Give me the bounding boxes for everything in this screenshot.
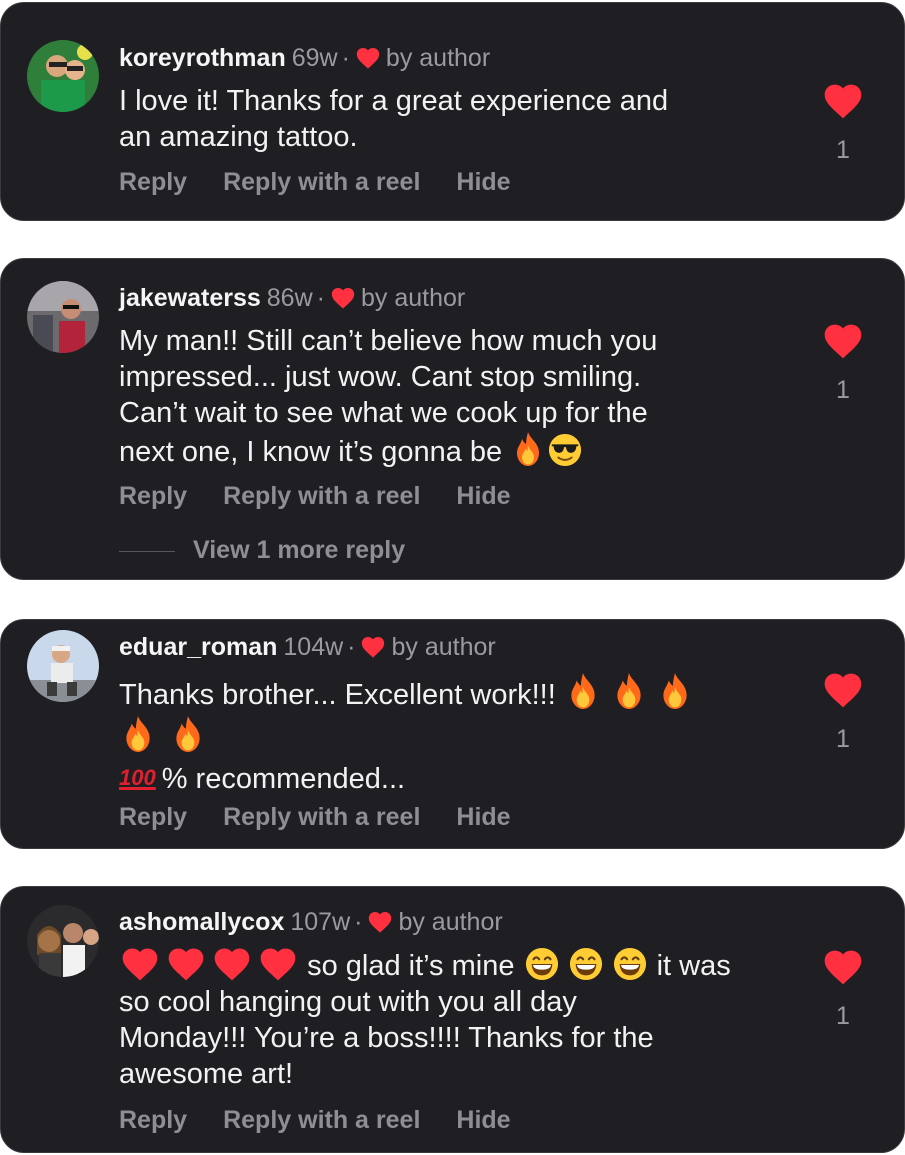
like-count: 1 [836,1002,850,1030]
heart-icon [361,636,385,658]
hide-button[interactable]: Hide [456,1106,510,1134]
fire-emoji [171,715,205,753]
comment-line-with-emoji: so glad it’s mine it was [119,947,799,984]
reply-button[interactable]: Reply [119,803,187,831]
fire-emoji [566,672,600,710]
comment-line: an amazing tattoo. [119,121,358,153]
comment-line: awesome art! [119,1058,294,1090]
liked-by-author: by author [398,908,503,936]
comment-text: My man!! Still can’t believe how much yo… [119,323,799,470]
heart-icon [368,911,392,933]
comment-header: koreyrothman 69w · by author [119,41,490,75]
comment-line: Monday!!! You’re a boss!!!! Thanks for t… [119,1022,654,1054]
hide-button[interactable]: Hide [456,482,510,510]
liked-by-author: by author [360,284,466,312]
reply-button[interactable]: Reply [119,482,187,510]
fire-emoji [121,715,155,753]
timestamp: 104w [283,633,344,661]
fire-emoji [612,672,646,710]
comment-line-with-emoji: Thanks brother... Excellent work!!! [119,672,799,715]
comment-line-with-emoji: 100% recommended... [119,758,799,799]
heart-icon [331,287,355,309]
comment-actions: Reply Reply with a reel Hide [119,168,547,197]
reply-with-reel-button[interactable]: Reply with a reel [223,1106,420,1134]
separator-dot: · [354,908,363,936]
separator-dot: · [347,633,356,661]
liked-by-author: by author [391,633,496,661]
timestamp: 69w [291,44,338,72]
comment-line: Can’t wait to see what we cook up for th… [119,397,648,429]
view-more-replies-button[interactable]: View 1 more reply [119,536,405,565]
heart-icon [356,47,380,69]
reply-with-reel-button[interactable]: Reply with a reel [223,803,420,831]
comment-actions: Reply Reply with a reel Hide [119,1106,547,1135]
comment-line-with-emoji [119,715,799,758]
heart-icon[interactable] [823,83,863,119]
liked-by-author: by author [385,44,491,72]
separator-dot: · [341,44,350,72]
like-count: 1 [836,725,850,753]
comment-actions: Reply Reply with a reel Hide [119,482,547,511]
username[interactable]: eduar_roman [119,633,277,661]
comment-text: I love it! Thanks for a great experience… [119,83,799,155]
grinning-emoji [613,947,647,981]
comment-card: jakewaterss 86w · by author My man!! Still … [0,258,905,580]
comment-text: Thanks brother... Excellent work!!! 100%… [119,672,799,799]
comment-line: impressed... just wow. Cant stop smiling… [119,361,642,393]
reply-with-reel-button[interactable]: Reply with a reel [223,482,420,510]
hide-button[interactable]: Hide [456,803,510,831]
comment-line: so cool hanging out with you all day [119,986,577,1018]
reply-button[interactable]: Reply [119,1106,187,1134]
comment-card: eduar_roman 104w · by author Thanks brother… [0,619,905,849]
grinning-emoji [569,947,603,981]
comment-card: koreyrothman 69w · by author I love it! Tha… [0,2,905,221]
username[interactable]: koreyrothman [119,44,286,72]
reply-button[interactable]: Reply [119,168,187,196]
comment-line-with-emoji: next one, I know it’s gonna be [119,431,799,470]
hundred-points-emoji: 100 [119,765,156,790]
comment-line: My man!! Still can’t believe how much yo… [119,325,658,357]
comment-line: Thanks brother... Excellent work!!! [119,679,556,711]
like-count: 1 [836,136,850,164]
comment-line: it was [656,950,731,982]
like-count: 1 [836,376,850,404]
comment-header: eduar_roman 104w · by author [119,630,496,664]
avatar[interactable] [27,905,99,977]
heart-icon[interactable] [823,949,863,985]
username[interactable]: jakewaterss [119,284,261,312]
divider [119,550,175,552]
red-heart-emoji [167,947,205,981]
comment-line: % recommended... [161,763,406,795]
timestamp: 107w [290,908,351,936]
timestamp: 86w [266,284,313,312]
comment-line: so glad it’s mine [307,950,515,982]
username[interactable]: ashomallycox [119,908,284,936]
comment-line: I love it! Thanks for a great experience… [119,85,669,117]
comment-header: ashomallycox 107w · by author [119,905,503,939]
fire-emoji [658,672,692,710]
heart-icon[interactable] [823,672,863,708]
comment-actions: Reply Reply with a reel Hide [119,803,547,832]
grinning-emoji [525,947,559,981]
hide-button[interactable]: Hide [456,168,510,196]
avatar[interactable] [27,40,99,112]
comment-text: so glad it’s mine it was so cool hanging… [119,947,799,1092]
red-heart-emoji [121,947,159,981]
red-heart-emoji [213,947,251,981]
fire-emoji [512,431,544,467]
sunglasses-emoji [548,433,582,467]
separator-dot: · [316,284,325,312]
view-more-replies-label: View 1 more reply [193,536,406,564]
avatar[interactable] [27,630,99,702]
heart-icon[interactable] [823,323,863,359]
red-heart-emoji [259,947,297,981]
comment-card: ashomallycox 107w · by author so glad it’s … [0,886,905,1153]
avatar[interactable] [27,281,99,353]
comment-header: jakewaterss 86w · by author [119,281,465,315]
reply-with-reel-button[interactable]: Reply with a reel [223,168,420,196]
comment-line: next one, I know it’s gonna be [119,436,503,468]
